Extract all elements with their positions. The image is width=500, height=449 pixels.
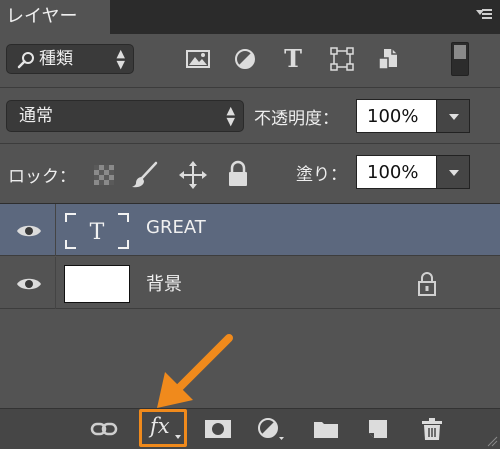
annotation-arrow xyxy=(157,334,233,408)
lock-transparent-pixels-icon[interactable] xyxy=(93,164,115,186)
visibility-toggle[interactable] xyxy=(0,257,56,309)
up-down-arrows-icon: ▲ ▼ xyxy=(226,104,235,128)
lock-image-pixels-brush-icon[interactable] xyxy=(130,160,160,190)
blend-mode-select[interactable]: 通常 ▲ ▼ xyxy=(6,100,244,132)
fx-menu-indicator-icon xyxy=(175,435,181,439)
filter-kind-label: 種類 xyxy=(39,49,73,69)
panel-menu-icon[interactable] xyxy=(476,9,492,23)
add-mask-icon[interactable] xyxy=(204,417,232,441)
shape-filter-icon[interactable] xyxy=(328,46,356,72)
search-icon xyxy=(17,52,34,69)
layers-list: T GREAT 背景 xyxy=(0,204,500,408)
group-folder-icon[interactable] xyxy=(312,417,340,441)
lock-icon xyxy=(418,272,436,296)
link-layers-icon[interactable] xyxy=(90,417,118,441)
new-layer-icon[interactable] xyxy=(364,417,392,441)
layer-name[interactable]: 背景 xyxy=(146,270,182,296)
trash-icon[interactable] xyxy=(418,417,446,441)
adjustment-filter-icon[interactable] xyxy=(231,46,259,72)
image-filter-icon[interactable] xyxy=(184,46,212,72)
divider xyxy=(0,143,500,144)
layer-row-background[interactable]: 背景 xyxy=(0,257,500,309)
layer-row-great[interactable]: T GREAT xyxy=(0,204,500,256)
visibility-toggle[interactable] xyxy=(0,204,56,256)
fill-label: 塗り： xyxy=(296,165,347,185)
eye-icon xyxy=(17,278,41,290)
divider xyxy=(0,87,500,88)
text-layer-thumbnail-icon: T xyxy=(65,213,129,249)
up-down-arrows-icon: ▲ ▼ xyxy=(116,47,125,71)
resize-grip-icon[interactable] xyxy=(486,435,498,447)
text-layer-glyph: T xyxy=(90,220,105,245)
fill-field[interactable]: 100% xyxy=(356,155,442,189)
smart-object-filter-icon[interactable] xyxy=(375,46,403,72)
blend-mode-value: 通常 xyxy=(19,106,53,126)
background-layer-thumbnail xyxy=(64,265,130,303)
fill-dropdown-button[interactable] xyxy=(436,155,470,189)
layers-tab[interactable]: レイヤー xyxy=(0,0,111,34)
layer-name[interactable]: GREAT xyxy=(146,217,206,238)
type-filter-icon[interactable]: T xyxy=(279,46,307,72)
lock-position-move-icon[interactable] xyxy=(178,160,208,190)
filter-kind-select[interactable]: 種類 ▲ ▼ xyxy=(6,44,134,74)
opacity-label: 不透明度： xyxy=(254,109,339,129)
eye-icon xyxy=(17,225,41,237)
opacity-dropdown-button[interactable] xyxy=(436,99,470,133)
fx-icon[interactable]: fx xyxy=(150,414,170,438)
adjustment-layer-icon[interactable] xyxy=(256,417,284,441)
lock-label: ロック： xyxy=(8,167,76,187)
opacity-field[interactable]: 100% xyxy=(356,99,442,133)
lock-all-icon[interactable] xyxy=(226,160,250,188)
filter-toggle-switch[interactable] xyxy=(451,42,469,76)
panel-tab-bar: レイヤー xyxy=(0,0,500,34)
